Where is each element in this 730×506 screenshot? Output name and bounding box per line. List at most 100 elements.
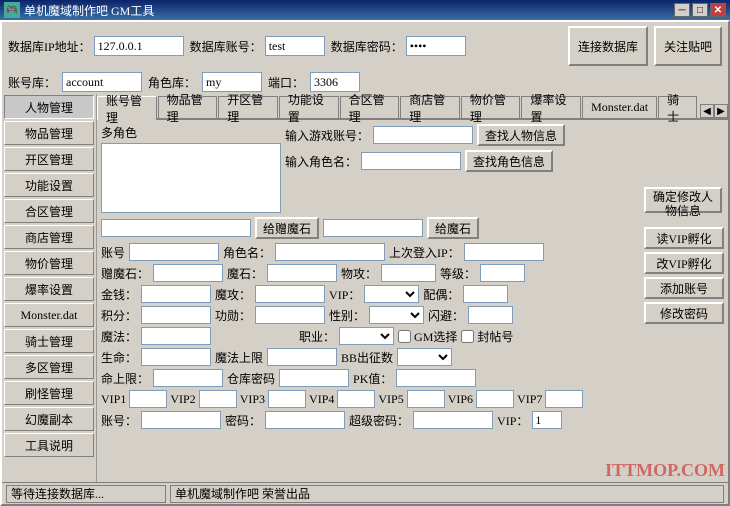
vip1-input[interactable] <box>129 390 167 408</box>
db-ip-label: 数据库IP地址： <box>8 38 91 55</box>
sidebar-item-monster[interactable]: Monster.dat <box>4 303 94 327</box>
maximize-button[interactable]: □ <box>692 3 708 17</box>
gm-select-checkbox[interactable] <box>398 330 411 343</box>
magic-atk-input[interactable] <box>255 285 325 303</box>
char-name-info-input[interactable] <box>275 243 385 261</box>
gift-stone-label: 赠魔石： <box>101 265 149 282</box>
tab-arrow: ◀ ▶ <box>700 104 728 118</box>
tab-wujia[interactable]: 物价管理 <box>461 96 521 118</box>
password-input[interactable] <box>265 411 345 429</box>
game-account-label: 输入游戏账号： <box>285 127 369 144</box>
role-db-input[interactable] <box>202 72 262 92</box>
confirm-modify-button[interactable]: 确定修改人物信息 <box>644 187 722 213</box>
partner-input[interactable] <box>463 285 508 303</box>
find-account-button[interactable]: 查找人物信息 <box>477 124 565 146</box>
account2-input[interactable] <box>141 411 221 429</box>
magic-stone-val-input[interactable] <box>267 264 337 282</box>
sidebar-item-gongneng[interactable]: 功能设置 <box>4 173 94 197</box>
vip6-input[interactable] <box>476 390 514 408</box>
account-info-input[interactable] <box>129 243 219 261</box>
magic-stone-gift-input[interactable] <box>323 219 423 237</box>
tab-shangdian[interactable]: 商店管理 <box>400 96 460 118</box>
warehouse-pwd-input[interactable] <box>279 369 349 387</box>
db-password-input[interactable] <box>406 36 466 56</box>
tab-monster[interactable]: Monster.dat <box>582 96 657 118</box>
gift-stone-val-input[interactable] <box>153 264 223 282</box>
sidebar-item-shuaiguai[interactable]: 刷怪管理 <box>4 381 94 405</box>
tab-prev-button[interactable]: ◀ <box>700 104 714 118</box>
magic-atk-label: 魔攻： <box>215 286 251 303</box>
vip7-input[interactable] <box>545 390 583 408</box>
sidebar-item-kaiqu[interactable]: 开区管理 <box>4 147 94 171</box>
sidebar-item-qishi[interactable]: 骑士管理 <box>4 329 94 353</box>
last-login-input[interactable] <box>464 243 544 261</box>
minimize-button[interactable]: ─ <box>674 3 690 17</box>
change-vip-button[interactable]: 改VIP孵化 <box>644 252 724 274</box>
vip2-input[interactable] <box>199 390 237 408</box>
vip5-input[interactable] <box>407 390 445 408</box>
life-limit-input[interactable] <box>153 369 223 387</box>
vip-row: VIP1 VIP2 VIP3 VIP4 VIP5 VIP6 <box>101 390 638 408</box>
find-char-button[interactable]: 查找角色信息 <box>465 150 553 172</box>
char-name-input[interactable] <box>361 152 461 170</box>
gift-stone-input[interactable] <box>101 219 251 237</box>
sidebar-item-duoqu[interactable]: 多区管理 <box>4 355 94 379</box>
spell-input[interactable] <box>141 327 211 345</box>
gift-stone-button[interactable]: 给赠魔石 <box>255 217 319 239</box>
super-pwd-input[interactable] <box>413 411 493 429</box>
vip-label: VIP： <box>329 286 360 303</box>
sidebar-item-shangdian[interactable]: 商店管理 <box>4 225 94 249</box>
points-input[interactable] <box>141 306 211 324</box>
db-account-input[interactable] <box>265 36 325 56</box>
stats-row5: 生命： 魔法上限 BB出征数 <box>101 348 638 366</box>
vip3-input[interactable] <box>268 390 306 408</box>
max-magic-input[interactable] <box>267 348 337 366</box>
life-input[interactable] <box>141 348 211 366</box>
tab-hequ[interactable]: 合区管理 <box>340 96 400 118</box>
close-button[interactable]: ✕ <box>710 3 726 17</box>
merit-input[interactable] <box>255 306 325 324</box>
bb-select[interactable] <box>397 348 452 366</box>
sidebar-item-gongju[interactable]: 工具说明 <box>4 433 94 457</box>
tab-qishi[interactable]: 骑士 <box>658 96 697 118</box>
multi-char-list[interactable] <box>101 143 281 213</box>
account-db-input[interactable] <box>62 72 142 92</box>
seal-checkbox[interactable] <box>461 330 474 343</box>
flash-input[interactable] <box>468 306 513 324</box>
gender-select[interactable] <box>369 306 424 324</box>
connect-db-button[interactable]: 连接数据库 <box>568 26 648 66</box>
pk-input[interactable] <box>396 369 476 387</box>
gold-input[interactable] <box>141 285 211 303</box>
vip-right-input[interactable] <box>532 411 562 429</box>
sidebar-item-renwu[interactable]: 人物管理 <box>4 95 94 119</box>
sidebar-item-huanmo[interactable]: 幻魔副本 <box>4 407 94 431</box>
tab-kaiqu[interactable]: 开区管理 <box>218 96 278 118</box>
sidebar-item-wujia[interactable]: 物价管理 <box>4 251 94 275</box>
sidebar-item-baolv[interactable]: 爆率设置 <box>4 277 94 301</box>
game-account-input[interactable] <box>373 126 473 144</box>
sidebar-item-wupin[interactable]: 物品管理 <box>4 121 94 145</box>
change-pwd-button[interactable]: 修改密码 <box>644 302 724 324</box>
add-account-button[interactable]: 添加账号 <box>644 277 724 299</box>
tab-baolv[interactable]: 爆率设置 <box>521 96 581 118</box>
job-select[interactable] <box>339 327 394 345</box>
gift-magic-stone-button[interactable]: 给魔石 <box>427 217 479 239</box>
config-bar: 数据库IP地址： 数据库账号： 数据库密码： 连接数据库 关注贴吧 <box>2 22 728 70</box>
tab-gongneng[interactable]: 功能设置 <box>279 96 339 118</box>
char-name-label: 输入角色名： <box>285 153 357 170</box>
port-input[interactable] <box>310 72 360 92</box>
sidebar-item-hequ[interactable]: 合区管理 <box>4 199 94 223</box>
close-post-button[interactable]: 关注贴吧 <box>654 26 722 66</box>
tab-wupin[interactable]: 物品管理 <box>158 96 218 118</box>
db-ip-input[interactable] <box>94 36 184 56</box>
tab-account[interactable]: 账号管理 <box>97 96 157 120</box>
panel-content: 多角色 输入游戏账号： 查找人物信息 输入角色名： <box>97 120 728 482</box>
level-input[interactable] <box>480 264 525 282</box>
watermark: ITTMOP.COM <box>605 460 725 481</box>
app-title: 单机魔域制作吧 GM工具 <box>24 2 154 19</box>
vip4-input[interactable] <box>337 390 375 408</box>
tab-next-button[interactable]: ▶ <box>714 104 728 118</box>
vip-select[interactable] <box>364 285 419 303</box>
read-vip-button[interactable]: 读VIP孵化 <box>644 227 724 249</box>
phys-atk-input[interactable] <box>381 264 436 282</box>
